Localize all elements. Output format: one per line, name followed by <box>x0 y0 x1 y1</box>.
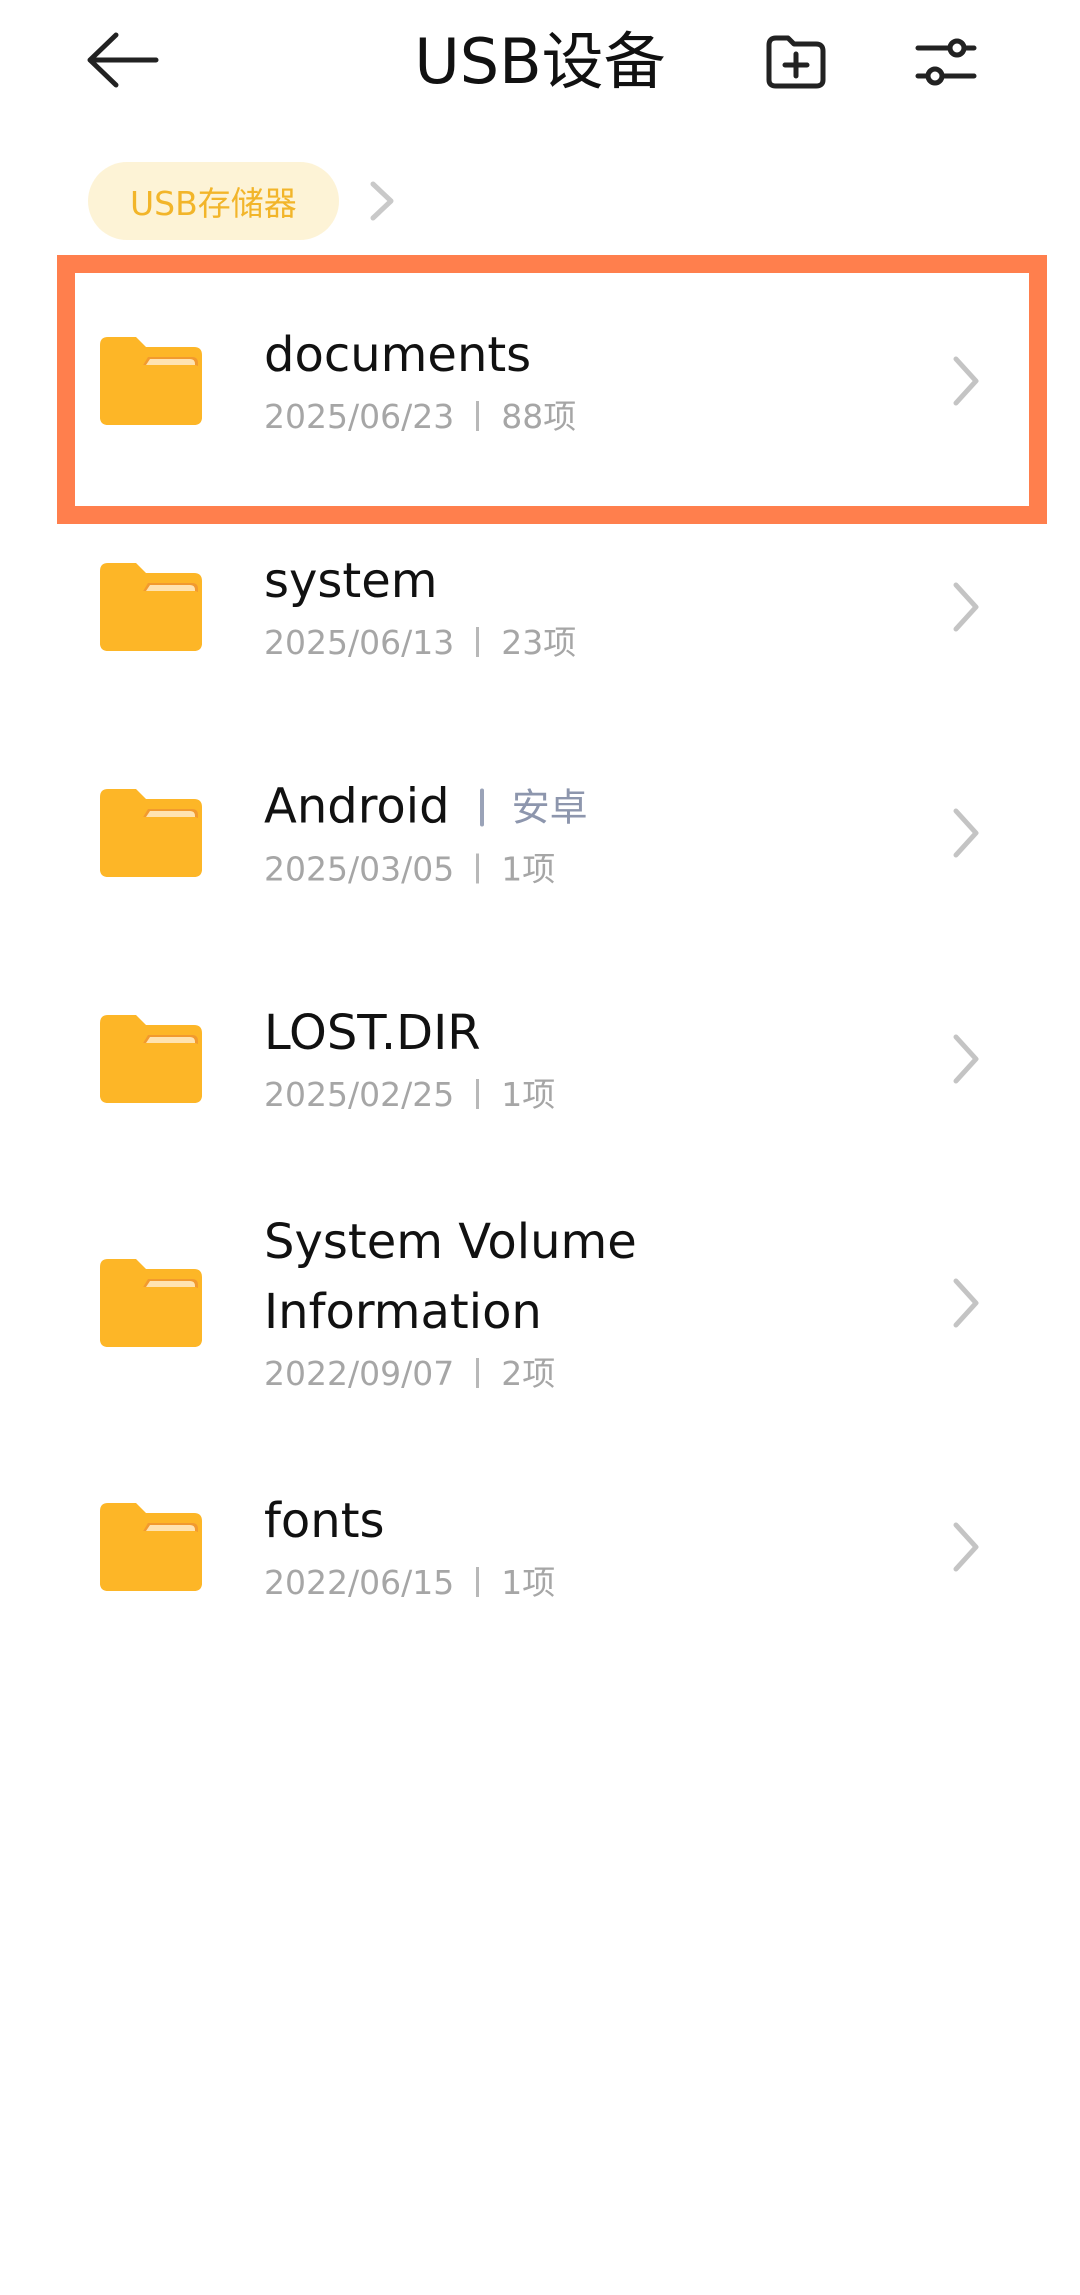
chevron-right-icon <box>953 582 979 632</box>
meta-divider <box>476 401 480 431</box>
meta-divider <box>476 627 480 657</box>
folder-text: documents 2025/06/23 88项 <box>264 320 940 442</box>
folder-icon <box>100 1259 202 1347</box>
folder-count: 88项 <box>501 397 577 436</box>
folder-name: LOST.DIR <box>264 1005 481 1061</box>
folder-name-line: Android 安卓 <box>264 772 940 843</box>
folder-list: documents 2025/06/23 88项 system 2025/06/1… <box>0 268 1080 1660</box>
folder-name: system <box>264 553 438 609</box>
list-item-android[interactable]: Android 安卓 2025/03/05 1项 <box>0 720 1080 946</box>
folder-text: Android 安卓 2025/03/05 1项 <box>264 772 940 895</box>
folder-meta: 2025/06/13 23项 <box>264 618 940 668</box>
breadcrumb-usb-storage[interactable]: USB存储器 <box>88 162 339 240</box>
folder-date: 2025/06/13 <box>264 623 455 662</box>
folder-name: documents <box>264 327 532 383</box>
chevron-right-icon <box>367 171 403 231</box>
sliders-icon <box>915 38 977 86</box>
folder-date: 2022/09/07 <box>264 1354 455 1393</box>
folder-date: 2025/03/05 <box>264 849 455 889</box>
folder-meta: 2022/06/15 1项 <box>264 1558 940 1608</box>
folder-text: System Volume Information 2022/09/07 2项 <box>264 1207 940 1399</box>
list-item-system-volume-information[interactable]: System Volume Information 2022/09/07 2项 <box>0 1172 1080 1434</box>
folder-count: 1项 <box>501 1563 556 1602</box>
meta-divider <box>476 1079 480 1109</box>
folder-count: 1项 <box>501 1075 556 1114</box>
top-app-bar: USB设备 <box>0 0 1080 130</box>
chevron-right-icon <box>953 808 979 858</box>
folder-date: 2025/02/25 <box>264 1075 455 1114</box>
folder-count: 2项 <box>501 1354 556 1393</box>
folder-count: 1项 <box>501 849 556 889</box>
folder-name: fonts <box>264 1493 385 1549</box>
list-item-system[interactable]: system 2025/06/13 23项 <box>0 494 1080 720</box>
folder-meta: 2022/09/07 2项 <box>264 1349 940 1399</box>
settings-button[interactable] <box>896 12 996 112</box>
folder-name: Android <box>264 778 450 835</box>
new-folder-button[interactable] <box>746 12 846 112</box>
list-item-fonts[interactable]: fonts 2022/06/15 1项 <box>0 1434 1080 1660</box>
breadcrumb: USB存储器 <box>88 162 403 240</box>
folder-icon <box>100 1503 202 1591</box>
list-item-lost-dir[interactable]: LOST.DIR 2025/02/25 1项 <box>0 946 1080 1172</box>
folder-count: 23项 <box>501 623 577 662</box>
folder-date: 2025/06/23 <box>264 397 455 436</box>
folder-plus-icon <box>766 35 826 89</box>
meta-divider <box>476 1358 480 1388</box>
folder-icon <box>100 563 202 651</box>
folder-icon <box>100 1015 202 1103</box>
folder-meta: 2025/03/05 1项 <box>264 845 940 895</box>
chevron-right-icon <box>953 1278 979 1328</box>
folder-name: System Volume Information <box>264 1214 637 1340</box>
folder-text: system 2025/06/13 23项 <box>264 546 940 668</box>
alias-divider <box>479 788 484 827</box>
folder-icon <box>100 337 202 425</box>
folder-date: 2022/06/15 <box>264 1563 455 1602</box>
folder-text: fonts 2022/06/15 1项 <box>264 1486 940 1608</box>
breadcrumb-label: USB存储器 <box>130 184 297 223</box>
folder-icon <box>100 789 202 877</box>
folder-meta: 2025/02/25 1项 <box>264 1070 940 1120</box>
list-item-documents[interactable]: documents 2025/06/23 88项 <box>0 268 1080 494</box>
chevron-right-icon <box>953 356 979 406</box>
meta-divider <box>476 853 480 884</box>
chevron-right-icon <box>953 1522 979 1572</box>
folder-text: LOST.DIR 2025/02/25 1项 <box>264 998 940 1120</box>
meta-divider <box>476 1567 480 1597</box>
folder-meta: 2025/06/23 88项 <box>264 392 940 442</box>
folder-alias: 安卓 <box>511 785 588 830</box>
chevron-right-icon <box>953 1034 979 1084</box>
